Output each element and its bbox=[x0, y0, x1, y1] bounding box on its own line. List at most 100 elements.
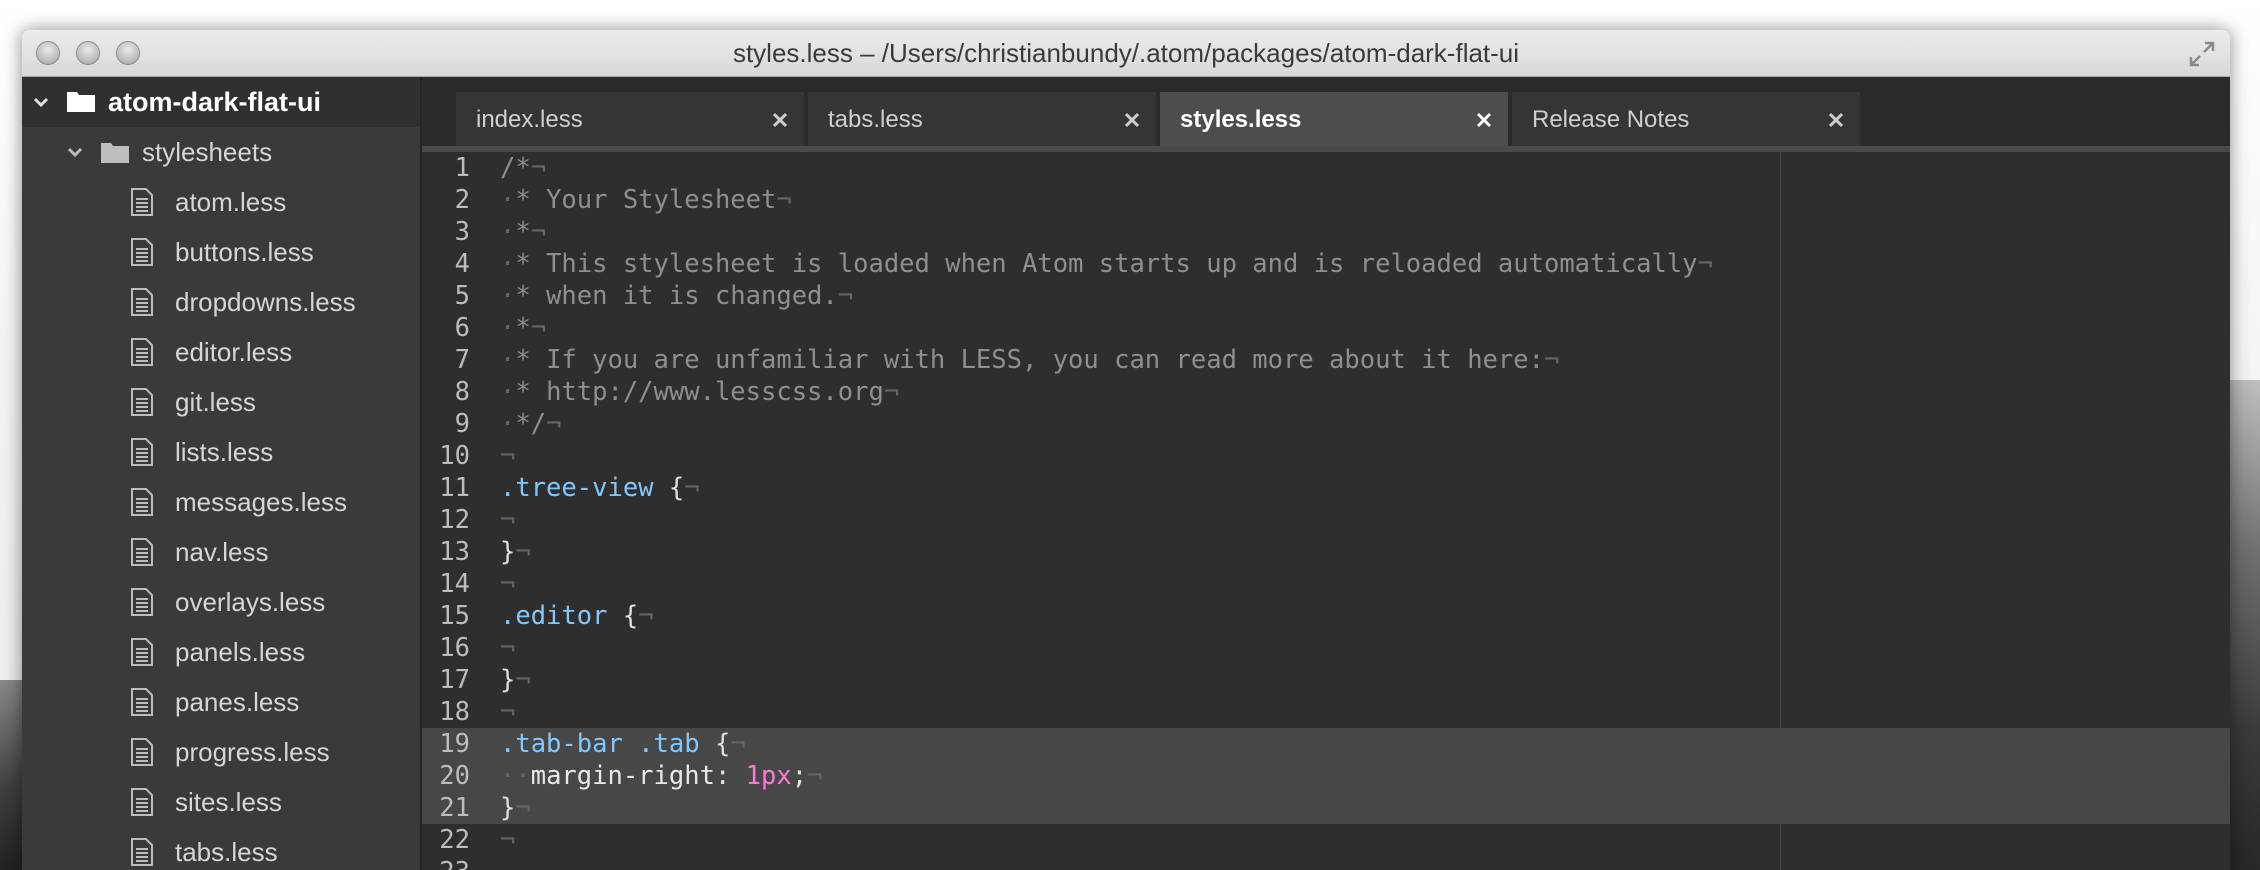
line-number: 10 bbox=[439, 441, 470, 471]
line-number: 23 bbox=[422, 856, 470, 870]
code-text: ·* when it is changed.¬ bbox=[500, 281, 854, 311]
tree-file-item[interactable]: lists.less bbox=[22, 427, 420, 477]
tree-file-item[interactable]: editor.less bbox=[22, 327, 420, 377]
file-label: overlays.less bbox=[175, 587, 326, 617]
line-number: 6 bbox=[454, 313, 470, 343]
tree-file-item[interactable]: dropdowns.less bbox=[22, 277, 420, 327]
code-line[interactable]: 11 .tree-view {¬ bbox=[422, 472, 2230, 504]
file-label: nav.less bbox=[175, 537, 269, 567]
tree-file-item[interactable]: git.less bbox=[22, 377, 420, 427]
tree-file-item[interactable]: buttons.less bbox=[22, 227, 420, 277]
file-text-icon bbox=[131, 338, 153, 366]
code-line[interactable]: 5 ·* when it is changed.¬ bbox=[422, 280, 2230, 312]
tree-file-item[interactable]: panes.less bbox=[22, 677, 420, 727]
tree-file-item[interactable]: sites.less bbox=[22, 777, 420, 827]
line-number: 3 bbox=[454, 217, 470, 247]
tree-file-item[interactable]: nav.less bbox=[22, 527, 420, 577]
code-line[interactable]: 7 ·* If you are unfamiliar with LESS, you… bbox=[422, 344, 2230, 376]
code-text: ·*¬ bbox=[500, 313, 547, 343]
file-text-icon bbox=[131, 488, 153, 516]
tree-root-label: atom-dark-flat-ui bbox=[108, 87, 322, 117]
code-line[interactable]: 10 ¬ bbox=[422, 440, 2230, 472]
code-line[interactable]: 17}¬ bbox=[422, 664, 2230, 696]
line-number: 19 bbox=[439, 729, 470, 759]
tab-bar: index.less tabs.less styles.less Release No… bbox=[422, 77, 2230, 148]
code-text: ·* http://www.lesscss.org¬ bbox=[500, 377, 900, 407]
line-number: 18 bbox=[439, 697, 470, 727]
tab-styles-less[interactable]: styles.less bbox=[1160, 92, 1508, 148]
code-text: ¬ bbox=[500, 825, 516, 855]
line-number: 1 bbox=[454, 153, 470, 183]
tab-label: styles.less bbox=[1180, 106, 1302, 133]
line-number: 17 bbox=[439, 665, 470, 695]
tab-label: index.less bbox=[476, 106, 583, 133]
tab-tabs-less[interactable]: tabs.less bbox=[808, 92, 1156, 148]
code-line[interactable]: 18 ¬ bbox=[422, 696, 2230, 728]
line-number: 8 bbox=[454, 377, 470, 407]
file-label: tabs.less bbox=[175, 837, 278, 867]
tree-file-item[interactable]: atom.less bbox=[22, 177, 420, 227]
file-text-icon bbox=[131, 738, 153, 766]
close-icon[interactable] bbox=[770, 110, 790, 130]
code-line[interactable]: 12 ¬ bbox=[422, 504, 2230, 536]
file-text-icon bbox=[131, 588, 153, 616]
tree-root-folder[interactable]: atom-dark-flat-ui bbox=[22, 77, 420, 127]
code-line[interactable]: 3 ·*¬ bbox=[422, 216, 2230, 248]
tree-file-item[interactable]: tabs.less bbox=[22, 827, 420, 870]
file-text-icon bbox=[131, 238, 153, 266]
code-line[interactable]: 14 ¬ bbox=[422, 568, 2230, 600]
chevron-down-icon[interactable] bbox=[30, 91, 52, 113]
line-number: 16 bbox=[439, 633, 470, 663]
folder-icon bbox=[101, 143, 129, 163]
code-line[interactable]: 15 .editor {¬ bbox=[422, 600, 2230, 632]
file-text-icon bbox=[131, 438, 153, 466]
code-line[interactable]: 6 ·*¬ bbox=[422, 312, 2230, 344]
code-line[interactable]: 23 bbox=[422, 856, 2230, 870]
tree-file-item[interactable]: panels.less bbox=[22, 627, 420, 677]
tab-index-less[interactable]: index.less bbox=[456, 92, 804, 148]
line-number: 9 bbox=[454, 409, 470, 439]
tree-folder-stylesheets[interactable]: stylesheets bbox=[22, 127, 420, 177]
file-text-icon bbox=[131, 788, 153, 816]
code-line[interactable]: 2 ·* Your Stylesheet¬ bbox=[422, 184, 2230, 216]
code-text: }¬ bbox=[500, 793, 531, 823]
code-line[interactable]: 16 ¬ bbox=[422, 632, 2230, 664]
code-line[interactable]: 4 ·* This stylesheet is loaded when Atom … bbox=[422, 248, 2230, 280]
code-line[interactable]: 20 ··margin-right: 1px;¬ bbox=[422, 760, 2230, 792]
line-number: 20 bbox=[439, 761, 470, 791]
file-label: lists.less bbox=[175, 437, 274, 467]
code-text: ··margin-right: 1px;¬ bbox=[500, 761, 823, 791]
code-line[interactable]: 22 ¬ bbox=[422, 824, 2230, 856]
title-bar: styles.less – /Users/christianbundy/.ato… bbox=[22, 30, 2230, 77]
close-icon[interactable] bbox=[1826, 110, 1846, 130]
tree-file-item[interactable]: messages.less bbox=[22, 477, 420, 527]
close-icon[interactable] bbox=[1474, 110, 1494, 130]
folder-label: stylesheets bbox=[142, 137, 273, 167]
tab-label: Release Notes bbox=[1532, 106, 1690, 133]
code-text: ·* Your Stylesheet¬ bbox=[500, 185, 792, 215]
code-text: .tree-view {¬ bbox=[500, 473, 700, 503]
folder-icon bbox=[67, 92, 95, 112]
code-line[interactable]: 19 .tab-bar .tab {¬ bbox=[422, 728, 2230, 760]
chevron-down-icon[interactable] bbox=[64, 141, 86, 163]
code-line[interactable]: 21 }¬ bbox=[422, 792, 2230, 824]
file-label: sites.less bbox=[175, 787, 282, 817]
tab-release-notes[interactable]: Release Notes bbox=[1512, 92, 1860, 148]
close-icon[interactable] bbox=[1122, 110, 1142, 130]
code-line[interactable]: 13}¬ bbox=[422, 536, 2230, 568]
code-line[interactable]: 9 ·*/¬ bbox=[422, 408, 2230, 440]
code-text: ·* This stylesheet is loaded when Atom s… bbox=[500, 249, 1713, 279]
code-text: /*¬ bbox=[500, 153, 547, 183]
file-label: panes.less bbox=[175, 687, 300, 717]
code-text: .tab-bar .tab {¬ bbox=[500, 729, 746, 759]
fullscreen-icon[interactable] bbox=[2188, 40, 2216, 68]
code-line[interactable]: 1 /*¬ bbox=[422, 152, 2230, 184]
file-label: editor.less bbox=[175, 337, 293, 367]
file-text-icon bbox=[131, 188, 153, 216]
code-editor[interactable]: 1 /*¬ 2 ·* Your Stylesheet¬ 3 ·*¬ 4 ·* This sty… bbox=[422, 152, 2230, 870]
file-label: progress.less bbox=[175, 737, 330, 767]
line-number: 21 bbox=[439, 793, 470, 823]
code-line[interactable]: 8 ·* http://www.lesscss.org¬ bbox=[422, 376, 2230, 408]
tree-file-item[interactable]: overlays.less bbox=[22, 577, 420, 627]
tree-file-item[interactable]: progress.less bbox=[22, 727, 420, 777]
